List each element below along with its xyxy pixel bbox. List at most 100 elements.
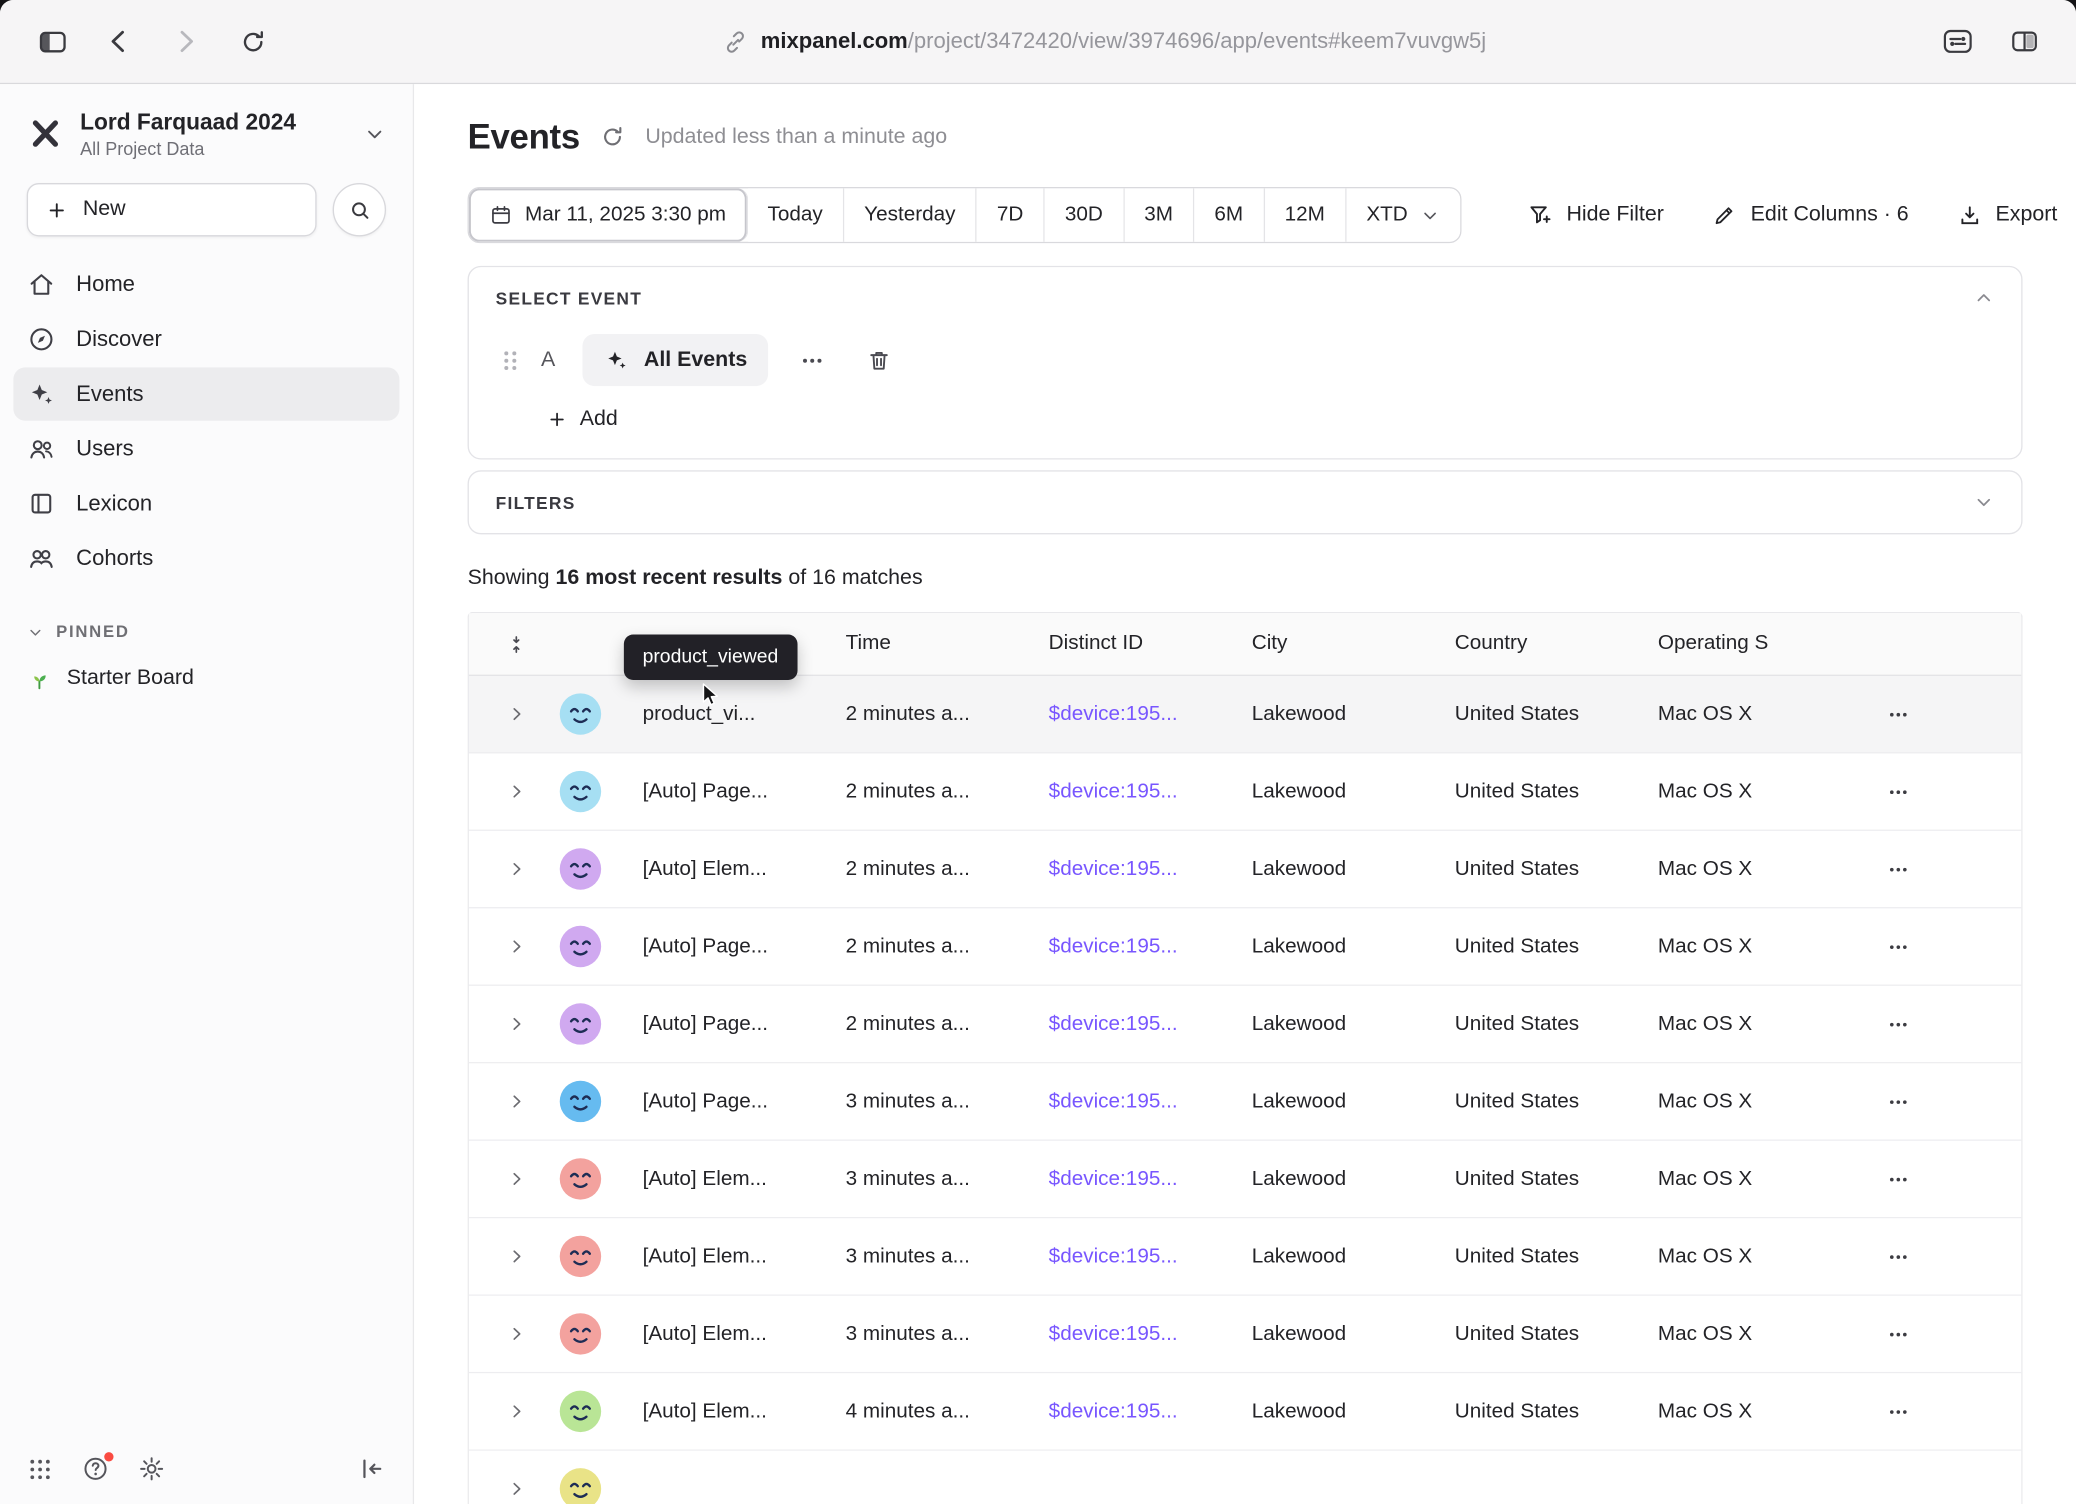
sidebar-item-lexicon[interactable]: Lexicon (13, 477, 399, 530)
distinct-id-link[interactable]: $device:195... (1049, 1399, 1178, 1422)
sidebar: Lord Farquaad 2024 All Project Data New (0, 84, 414, 1504)
distinct-id-link[interactable]: $device:195... (1049, 702, 1178, 725)
range-12m[interactable]: 12M (1265, 188, 1347, 241)
distinct-id-link[interactable]: $device:195... (1049, 1244, 1178, 1267)
range-30d[interactable]: 30D (1045, 188, 1124, 241)
row-actions-button[interactable] (1877, 770, 1920, 813)
table-row[interactable]: [Auto] Elem... 3 minutes a... $device:19… (469, 1141, 2021, 1218)
col-header-collapse[interactable] (469, 624, 538, 664)
row-actions-button[interactable] (1877, 1158, 1920, 1201)
event-selector-label: All Events (644, 348, 747, 372)
chevron-down-icon (363, 122, 386, 145)
results-prefix: Showing (468, 566, 550, 589)
table-row[interactable]: [Auto] Page... 3 minutes a... $device:19… (469, 1063, 2021, 1140)
distinct-id-link[interactable]: $device:195... (1049, 1322, 1178, 1345)
table-row[interactable]: [Auto] Elem... 2 minutes a... $device:19… (469, 831, 2021, 908)
edit-columns-button[interactable]: Edit Columns · 6 (1712, 202, 1909, 227)
distinct-id-link[interactable]: $device:195... (1049, 857, 1178, 880)
new-button[interactable]: New (27, 183, 317, 236)
event-avatar (559, 771, 600, 812)
event-avatar (559, 1236, 600, 1277)
sidebar-item-events[interactable]: Events (13, 368, 399, 421)
col-header-distinct-id[interactable]: Distinct ID (1027, 632, 1230, 656)
distinct-id-link[interactable]: $device:195... (1049, 1167, 1178, 1190)
col-header-time[interactable]: Time (824, 632, 1027, 656)
range-today[interactable]: Today (747, 188, 844, 241)
sidebar-item-home[interactable]: Home (13, 258, 399, 311)
address-bar[interactable]: mixpanel.com/project/3472420/view/397469… (291, 29, 1918, 54)
reload-button[interactable] (224, 20, 280, 63)
collapse-sidebar-button[interactable] (358, 1455, 386, 1483)
table-row[interactable] (469, 1451, 2021, 1504)
expand-row-button[interactable] (496, 694, 536, 734)
sidebar-item-users[interactable]: Users (13, 422, 399, 475)
export-button[interactable]: Export (1957, 202, 2058, 227)
expand-row-button[interactable] (496, 1159, 536, 1199)
row-actions-button[interactable] (1877, 1003, 1920, 1046)
row-actions-button[interactable] (1877, 925, 1920, 968)
more-dots-icon (1886, 857, 1910, 881)
project-switcher[interactable]: Lord Farquaad 2024 All Project Data (13, 100, 399, 167)
expand-row-button[interactable] (496, 1236, 536, 1276)
row-actions-button[interactable] (1877, 693, 1920, 736)
delete-event-button[interactable] (857, 337, 902, 382)
page-customization-button[interactable] (1929, 20, 1985, 63)
expand-row-button[interactable] (496, 1081, 536, 1121)
expand-row-button[interactable] (496, 771, 536, 811)
filters-header[interactable]: FILTERS (469, 472, 2021, 533)
distinct-id-link[interactable]: $device:195... (1049, 934, 1178, 957)
row-actions-button[interactable] (1877, 1235, 1920, 1278)
pinned-section-header[interactable]: PINNED (27, 623, 386, 642)
col-header-country[interactable]: Country (1433, 632, 1636, 656)
row-actions-button[interactable] (1877, 1313, 1920, 1356)
expand-row-button[interactable] (496, 1314, 536, 1354)
date-picker-button[interactable]: Mar 11, 2025 3:30 pm (469, 188, 748, 241)
event-name-cell: [Auto] Elem... (621, 1167, 824, 1191)
row-actions-button[interactable] (1877, 848, 1920, 891)
expand-row-button[interactable] (496, 926, 536, 966)
forward-button[interactable] (158, 20, 214, 63)
country-cell: United States (1433, 779, 1636, 803)
distinct-id-link[interactable]: $device:195... (1049, 1089, 1178, 1112)
add-event-button[interactable]: Add (546, 407, 617, 431)
back-button[interactable] (91, 20, 147, 63)
drag-handle-icon[interactable] (501, 348, 520, 372)
browser-sidebar-toggle-button[interactable] (24, 20, 80, 63)
range-6m[interactable]: 6M (1194, 188, 1264, 241)
table-row[interactable]: [Auto] Page... 2 minutes a... $device:19… (469, 908, 2021, 985)
refresh-button[interactable] (600, 124, 625, 149)
expand-row-button[interactable] (496, 849, 536, 889)
table-row[interactable]: [Auto] Page... 2 minutes a... $device:19… (469, 753, 2021, 830)
main-content: Events Updated less than a minute ago (414, 84, 2076, 1504)
range-3m[interactable]: 3M (1124, 188, 1194, 241)
select-event-header[interactable]: SELECT EVENT (469, 267, 2021, 328)
expand-row-button[interactable] (496, 1391, 536, 1431)
expand-row-button[interactable] (496, 1469, 536, 1504)
table-row[interactable]: [Auto] Elem... 4 minutes a... $device:19… (469, 1373, 2021, 1450)
distinct-id-link[interactable]: $device:195... (1049, 779, 1178, 802)
table-row[interactable]: [Auto] Elem... 3 minutes a... $device:19… (469, 1218, 2021, 1295)
apps-grid-button[interactable] (27, 1455, 54, 1482)
sidebar-item-discover[interactable]: Discover (13, 313, 399, 366)
settings-button[interactable] (138, 1455, 166, 1483)
row-actions-button[interactable] (1877, 1390, 1920, 1433)
search-button[interactable] (333, 183, 386, 236)
split-view-button[interactable] (1996, 20, 2052, 63)
expand-row-button[interactable] (496, 1004, 536, 1044)
distinct-id-link[interactable]: $device:195... (1049, 1012, 1178, 1035)
pinned-item-starter-board[interactable]: Starter Board (13, 652, 399, 705)
hide-filter-button[interactable]: Hide Filter (1526, 202, 1663, 229)
row-actions-button[interactable] (1877, 1080, 1920, 1123)
chevron-right-icon (506, 1246, 526, 1266)
range-xtd[interactable]: XTD (1346, 188, 1460, 241)
range-yesterday[interactable]: Yesterday (844, 188, 977, 241)
table-row[interactable]: [Auto] Page... 2 minutes a... $device:19… (469, 986, 2021, 1063)
event-selector-button[interactable]: All Events (582, 334, 768, 386)
event-more-button[interactable] (790, 337, 835, 382)
col-header-os[interactable]: Operating S (1636, 632, 1839, 656)
range-7d[interactable]: 7D (977, 188, 1045, 241)
help-button[interactable] (81, 1455, 109, 1483)
sidebar-item-cohorts[interactable]: Cohorts (13, 532, 399, 585)
table-row[interactable]: [Auto] Elem... 3 minutes a... $device:19… (469, 1296, 2021, 1373)
col-header-city[interactable]: City (1230, 632, 1433, 656)
